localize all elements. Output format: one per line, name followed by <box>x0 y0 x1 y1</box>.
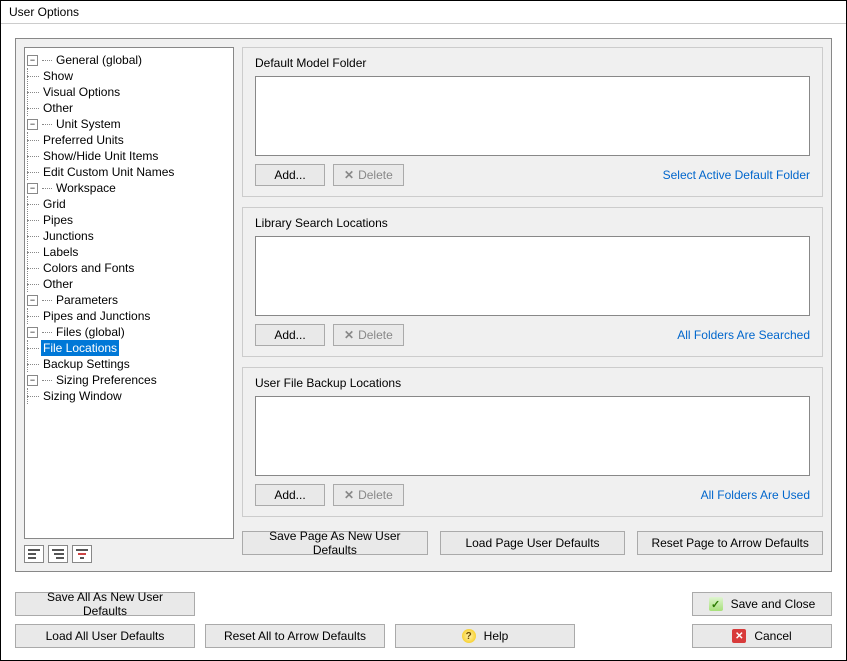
tree-expander-icon[interactable]: − <box>27 327 38 338</box>
close-icon: ✕ <box>344 168 354 182</box>
cancel-label: Cancel <box>754 629 791 643</box>
help-label: Help <box>484 629 509 643</box>
status-link[interactable]: Select Active Default Folder <box>663 168 810 182</box>
save-page-defaults-button[interactable]: Save Page As New User Defaults <box>242 531 428 555</box>
tree-group-label[interactable]: Parameters <box>54 292 120 308</box>
tree-expander-icon[interactable]: − <box>27 183 38 194</box>
user-options-window: User Options − General (global)ShowVisual… <box>0 0 847 661</box>
tree-item[interactable]: Sizing Window <box>41 388 124 404</box>
tree-toolbar <box>24 545 234 563</box>
help-button[interactable]: ? Help <box>395 624 575 648</box>
delete-label: Delete <box>358 488 393 502</box>
check-icon: ✓ <box>709 597 723 611</box>
cancel-button[interactable]: ✕ Cancel <box>692 624 832 648</box>
add-button[interactable]: Add... <box>255 484 325 506</box>
delete-button[interactable]: ✕ Delete <box>333 164 404 186</box>
group-library-search-locations: Library Search Locations Add... ✕ Delete… <box>242 207 823 357</box>
tree-item[interactable]: Edit Custom Unit Names <box>41 164 176 180</box>
tree-item[interactable]: Other <box>41 276 75 292</box>
tree-item[interactable]: File Locations <box>41 340 119 356</box>
tree-item[interactable]: Show/Hide Unit Items <box>41 148 160 164</box>
tree-expander-icon[interactable]: − <box>27 119 38 130</box>
status-link: All Folders Are Used <box>701 488 810 502</box>
tree-item[interactable]: Labels <box>41 244 80 260</box>
tree-panel: −General (global)ShowVisual OptionsOther… <box>24 47 234 563</box>
save-close-label: Save and Close <box>731 597 816 611</box>
save-all-defaults-button[interactable]: Save All As New User Defaults <box>15 592 195 616</box>
group-title: Default Model Folder <box>255 56 810 70</box>
close-icon: ✕ <box>344 328 354 342</box>
tree-collapse-icon[interactable] <box>24 545 44 563</box>
nav-tree[interactable]: −General (global)ShowVisual OptionsOther… <box>24 47 234 539</box>
tree-item[interactable]: Other <box>41 100 75 116</box>
library-search-list[interactable] <box>255 236 810 316</box>
tree-item[interactable]: Grid <box>41 196 68 212</box>
tree-expander-icon[interactable]: − <box>27 295 38 306</box>
group-controls: Add... ✕ Delete All Folders Are Used <box>255 484 810 506</box>
default-model-folder-list[interactable] <box>255 76 810 156</box>
status-link: All Folders Are Searched <box>677 328 810 342</box>
tree-item[interactable]: Visual Options <box>41 84 122 100</box>
tree-item[interactable]: Show <box>41 68 75 84</box>
delete-button[interactable]: ✕ Delete <box>333 324 404 346</box>
add-button[interactable]: Add... <box>255 324 325 346</box>
save-and-close-button[interactable]: ✓ Save and Close <box>692 592 832 616</box>
group-controls: Add... ✕ Delete Select Active Default Fo… <box>255 164 810 186</box>
backup-locations-list[interactable] <box>255 396 810 476</box>
help-icon: ? <box>462 629 476 643</box>
tree-item[interactable]: Preferred Units <box>41 132 126 148</box>
reset-page-arrow-button[interactable]: Reset Page to Arrow Defaults <box>637 531 823 555</box>
tree-item[interactable]: Colors and Fonts <box>41 260 136 276</box>
group-user-file-backup: User File Backup Locations Add... ✕ Dele… <box>242 367 823 517</box>
group-title: User File Backup Locations <box>255 376 810 390</box>
tree-expander-icon[interactable]: − <box>27 55 38 66</box>
add-button[interactable]: Add... <box>255 164 325 186</box>
tree-group-label[interactable]: Unit System <box>54 116 123 132</box>
delete-label: Delete <box>358 328 393 342</box>
upper-row: −General (global)ShowVisual OptionsOther… <box>24 47 823 563</box>
page-buttons: Save Page As New User Defaults Load Page… <box>242 531 823 555</box>
tree-item[interactable]: Pipes <box>41 212 75 228</box>
tree-filter-icon[interactable] <box>72 545 92 563</box>
right-panel: Default Model Folder Add... ✕ Delete Sel… <box>242 47 823 563</box>
reset-all-arrow-button[interactable]: Reset All to Arrow Defaults <box>205 624 385 648</box>
close-icon: ✕ <box>344 488 354 502</box>
delete-button[interactable]: ✕ Delete <box>333 484 404 506</box>
tree-group-label[interactable]: Workspace <box>54 180 118 196</box>
tree-item[interactable]: Junctions <box>41 228 96 244</box>
group-default-model-folder: Default Model Folder Add... ✕ Delete Sel… <box>242 47 823 197</box>
load-page-defaults-button[interactable]: Load Page User Defaults <box>440 531 626 555</box>
tree-item[interactable]: Pipes and Junctions <box>41 308 152 324</box>
tree-expander-icon[interactable]: − <box>27 375 38 386</box>
delete-label: Delete <box>358 168 393 182</box>
tree-expand-icon[interactable] <box>48 545 68 563</box>
group-title: Library Search Locations <box>255 216 810 230</box>
tree-group-label[interactable]: General (global) <box>54 52 144 68</box>
window-title: User Options <box>1 1 846 24</box>
content-frame: −General (global)ShowVisual OptionsOther… <box>15 38 832 572</box>
group-controls: Add... ✕ Delete All Folders Are Searched <box>255 324 810 346</box>
tree-group-label[interactable]: Files (global) <box>54 324 127 340</box>
cancel-icon: ✕ <box>732 629 746 643</box>
load-all-defaults-button[interactable]: Load All User Defaults <box>15 624 195 648</box>
tree-item[interactable]: Backup Settings <box>41 356 132 372</box>
bottom-bar: Save All As New User Defaults ✓ Save and… <box>15 592 832 648</box>
tree-group-label[interactable]: Sizing Preferences <box>54 372 159 388</box>
